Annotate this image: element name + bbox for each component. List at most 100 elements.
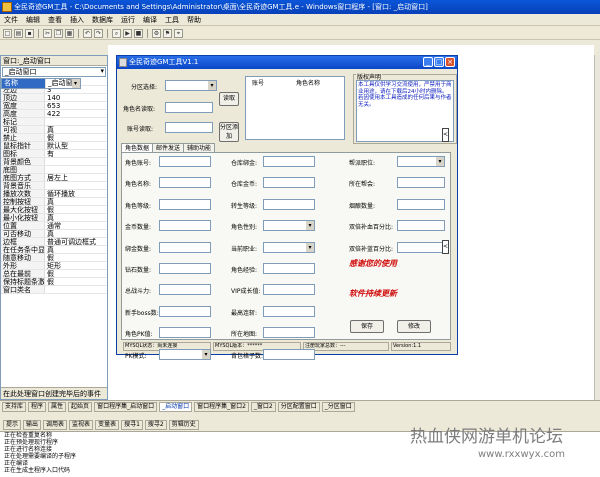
modify-button[interactable]: 修改: [397, 320, 431, 333]
property-value[interactable]: 真: [45, 198, 107, 205]
resize-bottom-handle[interactable]: <: [442, 240, 449, 254]
field-input[interactable]: [263, 263, 315, 274]
menu-view[interactable]: 查看: [48, 14, 62, 25]
charname-input[interactable]: [165, 102, 213, 113]
property-row[interactable]: 底图: [1, 166, 107, 174]
property-row[interactable]: 背景颜色: [1, 158, 107, 166]
read-button[interactable]: 读取: [219, 92, 239, 106]
property-row[interactable]: 高度 422: [1, 110, 107, 118]
property-value[interactable]: [45, 166, 107, 173]
property-value[interactable]: [45, 286, 107, 293]
property-value[interactable]: 默认型: [45, 142, 107, 149]
property-row[interactable]: 外形 矩形: [1, 262, 107, 270]
property-row[interactable]: 总在最前假: [1, 270, 107, 278]
property-row[interactable]: 随意移动假: [1, 254, 107, 262]
tab-start-page[interactable]: 起始页: [68, 401, 93, 412]
property-row[interactable]: 最大化按钮假: [1, 206, 107, 214]
field-input[interactable]: [159, 284, 211, 296]
tab-search1[interactable]: 搜寻1: [121, 419, 143, 430]
field-input[interactable]: [159, 156, 211, 167]
tab-properties[interactable]: 属性: [48, 401, 67, 412]
property-value[interactable]: 矩形: [45, 262, 107, 269]
property-value[interactable]: 假: [45, 254, 107, 261]
property-value[interactable]: 普通可调边框式: [45, 238, 107, 245]
menu-insert[interactable]: 插入: [70, 14, 84, 25]
property-value[interactable]: 通常: [45, 222, 107, 229]
tab-search2[interactable]: 搜寻2: [144, 419, 167, 430]
menu-file[interactable]: 文件: [4, 14, 18, 25]
object-selector[interactable]: _启动窗口: [2, 67, 106, 77]
tab-program[interactable]: 程序: [28, 401, 47, 412]
property-value[interactable]: 居左上: [45, 174, 107, 181]
property-value[interactable]: 真: [45, 246, 107, 253]
debug-icon[interactable]: ⚑: [163, 28, 172, 38]
account-list[interactable]: 账号 角色名称: [245, 76, 345, 140]
property-value[interactable]: [45, 118, 107, 125]
save-button[interactable]: 保存: [350, 320, 384, 333]
field-input[interactable]: [263, 156, 315, 167]
field-input[interactable]: [159, 263, 211, 274]
property-value[interactable]: 140: [45, 94, 107, 101]
tab-watch[interactable]: 监视表: [69, 419, 94, 430]
save-icon[interactable]: ▪: [25, 28, 34, 38]
field-input[interactable]: [263, 198, 315, 210]
property-value[interactable]: 653: [45, 102, 107, 109]
menu-edit[interactable]: 编辑: [26, 14, 40, 25]
property-row[interactable]: 宽度 653: [1, 102, 107, 110]
new-icon[interactable]: □: [3, 28, 12, 38]
property-value[interactable]: _启动窗口: [46, 79, 80, 88]
field-select[interactable]: [263, 241, 315, 253]
menu-compile[interactable]: 编译: [143, 14, 157, 25]
field-input[interactable]: [159, 241, 211, 253]
property-row[interactable]: 图标有: [1, 150, 107, 158]
field-input[interactable]: [397, 198, 445, 210]
field-input[interactable]: [397, 220, 445, 232]
tab-hint[interactable]: 提示: [3, 419, 22, 430]
property-row[interactable]: 禁止假: [1, 134, 107, 142]
menu-help[interactable]: 帮助: [187, 14, 201, 25]
property-row[interactable]: 顶边 140: [1, 94, 107, 102]
property-row[interactable]: 鼠标指针 默认型: [1, 142, 107, 150]
property-value[interactable]: 422: [45, 110, 107, 117]
close-icon[interactable]: ×: [445, 57, 455, 67]
property-row[interactable]: 可视真: [1, 126, 107, 134]
add-server-button[interactable]: 分区添加: [219, 122, 239, 142]
tab-assembly-start[interactable]: 窗口程序集_启动窗口: [94, 401, 158, 412]
minimize-icon[interactable]: _: [423, 57, 433, 67]
property-value[interactable]: 循环播放: [45, 190, 107, 197]
compile-icon[interactable]: ⚙: [152, 28, 161, 38]
property-value[interactable]: 真: [45, 214, 107, 221]
field-input[interactable]: [159, 198, 211, 210]
property-row[interactable]: 名称 _启动窗口: [1, 78, 81, 89]
field-input[interactable]: [263, 327, 315, 339]
property-row[interactable]: 可否移动真: [1, 230, 107, 238]
maximize-icon[interactable]: □: [434, 57, 444, 67]
menu-tools[interactable]: 工具: [165, 14, 179, 25]
field-input[interactable]: [263, 177, 315, 189]
run-icon[interactable]: ▶: [123, 28, 132, 38]
property-value[interactable]: 真: [45, 126, 107, 133]
tab-start-window[interactable]: _启动窗口: [159, 401, 193, 412]
field-input[interactable]: [397, 241, 445, 253]
field-select[interactable]: [263, 220, 315, 232]
tab-support-lib[interactable]: 支持库: [2, 401, 27, 412]
field-input[interactable]: [263, 305, 315, 317]
stop-icon[interactable]: ■: [134, 28, 143, 38]
paste-icon[interactable]: ▦: [65, 28, 74, 38]
property-value[interactable]: 假: [45, 206, 107, 213]
property-row[interactable]: 保持标题条激活假: [1, 278, 107, 286]
property-value[interactable]: 真: [45, 230, 107, 237]
cut-icon[interactable]: ✂: [43, 28, 52, 38]
property-value[interactable]: [45, 182, 107, 189]
field-input[interactable]: [159, 177, 211, 189]
property-row[interactable]: 在任务条中显示真: [1, 246, 107, 254]
field-select[interactable]: [159, 348, 211, 360]
property-value[interactable]: 有: [45, 150, 107, 157]
tab-output[interactable]: 输出: [23, 419, 42, 430]
menu-run[interactable]: 运行: [121, 14, 135, 25]
tab-server-window[interactable]: _分区窗口: [321, 401, 355, 412]
tab-callstack[interactable]: 调用表: [43, 419, 68, 430]
property-value[interactable]: [45, 158, 107, 165]
tab-variables[interactable]: 变量表: [95, 419, 120, 430]
menu-database[interactable]: 数据库: [92, 14, 113, 25]
